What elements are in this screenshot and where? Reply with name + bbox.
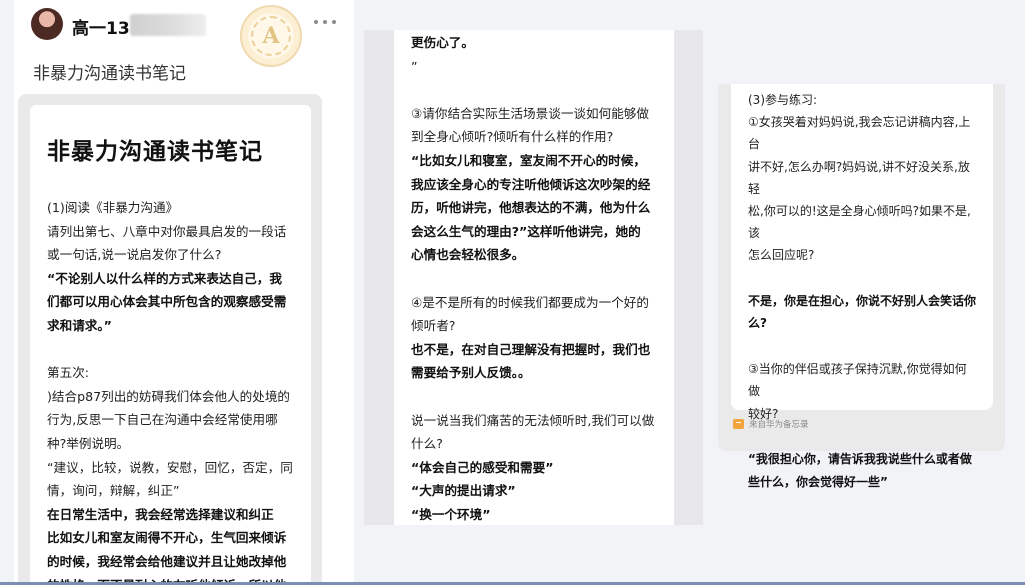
question-line: ④是不是所有的时候我们都要成为一个好的 [411, 294, 649, 310]
answer-line: 些什么，你会觉得好一些” [748, 474, 888, 489]
answer-line: “换一个环境” [411, 506, 491, 522]
question-line: 什么? [411, 436, 443, 452]
answer-line: 在日常生活中，我会经常选择建议和纠正 [47, 506, 274, 522]
question-line: 种?举例说明。 [47, 435, 130, 451]
answer-line: “我很担心你，请告诉我我说些什么或者做 [748, 452, 972, 467]
question-line: ③请你结合实际生活场景谈一谈如何能够做 [411, 105, 649, 121]
answer-line: 更伤心了。 [411, 35, 474, 50]
question-line: 请列出第七、八章中对你最具启发的一段话 [47, 223, 287, 239]
question-line: (1)阅读《非暴力沟通》 [47, 200, 179, 215]
note-image-1[interactable]: 非暴力沟通读书笔记 (1)阅读《非暴力沟通》请列出第七、八章中对你最具启发的一段… [30, 105, 311, 585]
answer-line: 比如女儿和室友闹得不开心，生气回来倾诉 [47, 530, 287, 546]
answer-line: 求和请求。” [47, 317, 112, 333]
doc2-body: 更伤心了。 ” ③请你结合实际生活场景谈一谈如何能够做 到全身心倾听?倾听有什么样的作… [411, 31, 657, 526]
username[interactable]: 高一13 [72, 14, 130, 39]
answer-line: 我应该全身心的专注听他倾诉这次吵架的经 [411, 176, 651, 192]
answer-line: 也不是，在对自己理解没有把握时，我们也 [411, 341, 651, 357]
note-image-2[interactable]: 更伤心了。 ” ③请你结合实际生活场景谈一谈如何能够做 到全身心倾听?倾听有什么样的作… [394, 30, 674, 525]
question-line: 怎么回应呢? [748, 248, 815, 263]
blurred-username [130, 14, 206, 36]
answer-line: 么? [748, 316, 767, 331]
answer-line: 不是，你是在担心，你说不好别人会笑话你 [748, 294, 977, 309]
question-line: 情，询问，辩解，纠正” [47, 483, 180, 499]
question-line: 讲不好,怎么办啊?妈妈说,讲不好没关系,放轻 [748, 159, 970, 196]
question-line: 行为,反思一下自己在沟通中会经常使用哪 [47, 412, 278, 428]
question-line: “建议，比较，说教，安慰，回忆，否定，同 [47, 459, 293, 475]
question-line: ①女孩哭着对妈妈说,我会忘记讲稿内容,上台 [748, 115, 971, 152]
question-line: ” [411, 58, 418, 74]
answer-line: 心情也会轻松很多。 [411, 247, 525, 263]
question-line: 说一说当我们痛苦的无法倾听时,我们可以做 [411, 412, 655, 428]
question-line: 到全身心倾听?倾听有什么样的作用? [411, 129, 614, 145]
doc1-body: (1)阅读《非暴力沟通》请列出第七、八章中对你最具启发的一段话 或一句话,说一说启… [47, 196, 294, 585]
badge-letter: A [251, 16, 291, 56]
question-line: 松,你可以的!这是全身心倾听吗?如果不是,该 [748, 204, 971, 241]
answer-line: 的时候，我经常会给他建议并且让她改掉他 [47, 553, 287, 569]
source-label: 来自华为备忘录 [733, 418, 809, 430]
badge-icon: A [240, 5, 302, 67]
doc-heading: 非暴力沟通读书笔记 [47, 139, 263, 165]
post-title: 非暴力沟通读书笔记 [33, 64, 186, 84]
answer-line: 需要给予别人反馈。。 [411, 365, 531, 381]
avatar[interactable] [31, 8, 63, 40]
answer-line: 们都可以用心体会其中所包含的观察感受需 [47, 294, 287, 310]
question-line: 倾听者? [411, 318, 456, 334]
more-options-icon[interactable] [314, 18, 336, 26]
answer-line: “体会自己的感受和需要” [411, 459, 554, 475]
memo-icon [733, 419, 744, 429]
answer-line: “大声的提出请求” [411, 483, 516, 499]
answer-line: 会这么生气的理由?”这样听他讲完，她的 [411, 223, 641, 239]
source-text: 来自华为备忘录 [749, 420, 809, 430]
answer-line: “不论别人以什么样的方式来表达自己，我 [47, 270, 282, 286]
question-line: 或一句话,说一说启发你了什么? [47, 247, 222, 263]
question-line: )结合p87列出的妨碍我们体会他人的处境的 [47, 388, 291, 404]
note-image-3[interactable]: (3)参与练习: ①女孩哭着对妈妈说,我会忘记讲稿内容,上台 讲不好,怎么办啊?妈妈… [731, 84, 993, 489]
doc3-body: (3)参与练习: ①女孩哭着对妈妈说,我会忘记讲稿内容,上台 讲不好,怎么办啊?妈妈… [748, 89, 976, 493]
question-line: (3)参与练习: [748, 93, 818, 107]
question-line: ③当你的伴侣或孩子保持沉默,你觉得如何做 [748, 362, 967, 399]
answer-line: “比如女儿和寝室，室友闹不开心的时候， [411, 152, 646, 168]
answer-line: 历，听他讲完，他想表达的不满，他为什么 [411, 200, 651, 216]
question-line: 第五次: [47, 365, 90, 381]
